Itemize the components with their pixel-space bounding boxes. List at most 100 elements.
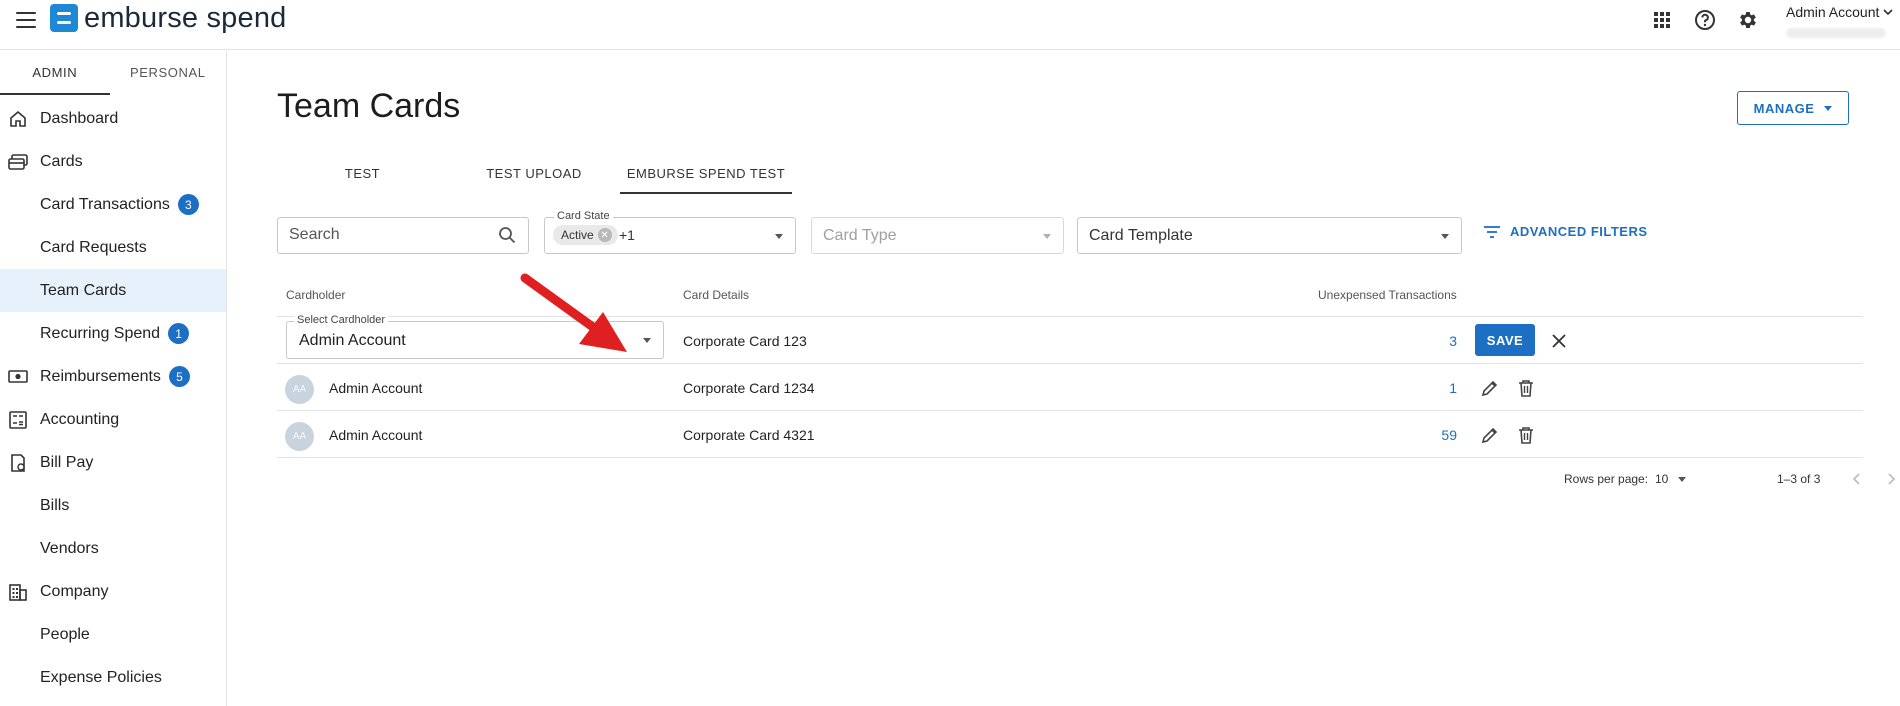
- rows-per-page-select[interactable]: 10: [1655, 472, 1687, 486]
- sidebar-item-vendors[interactable]: Vendors: [0, 527, 226, 570]
- unexpensed-count-link[interactable]: 59: [1441, 427, 1457, 443]
- advanced-filters-button[interactable]: ADVANCED FILTERS: [1484, 224, 1648, 239]
- unexpensed-count-link[interactable]: 3: [1449, 333, 1457, 349]
- sidebar-item-label: Company: [40, 582, 109, 600]
- delete-icon[interactable]: [1515, 424, 1537, 446]
- tab-test-upload[interactable]: TEST UPLOAD: [448, 154, 620, 194]
- manage-button[interactable]: MANAGE: [1737, 91, 1849, 125]
- card-template-select[interactable]: Card Template: [1077, 217, 1462, 254]
- search-icon[interactable]: [498, 226, 516, 249]
- pagination: Rows per page: 10 1–3 of 3: [277, 464, 1896, 494]
- sidebar-item-company[interactable]: Company: [0, 570, 226, 613]
- caret-down-icon: [1441, 234, 1449, 239]
- sidebar: ADMIN PERSONAL Dashboard Cards Card Tran…: [0, 51, 227, 706]
- account-name: Admin Account: [1786, 4, 1880, 20]
- avatar: AA: [285, 375, 314, 404]
- cardholder-name: Admin Account: [329, 427, 423, 443]
- chevron-right-icon[interactable]: [1881, 468, 1900, 490]
- select-cardholder-label: Select Cardholder: [294, 314, 389, 326]
- accounting-icon: [7, 409, 29, 431]
- card-details: Corporate Card 123: [683, 333, 807, 349]
- page-range: 1–3 of 3: [1777, 472, 1821, 486]
- tab-emburse-spend-test[interactable]: EMBURSE SPEND TEST: [620, 154, 792, 194]
- card-template-value: Card Template: [1089, 227, 1193, 244]
- sidebar-item-cards[interactable]: Cards: [0, 140, 226, 183]
- sidebar-item-label: Card Requests: [40, 238, 147, 256]
- main-content: Team Cards MANAGE TEST TEST UPLOAD EMBUR…: [228, 51, 1900, 706]
- advanced-filters-label: ADVANCED FILTERS: [1510, 224, 1648, 239]
- count-badge: 3: [177, 194, 199, 215]
- sidebar-item-card-transactions[interactable]: Card Transactions 3: [0, 183, 226, 226]
- logo-text: emburse spend: [84, 2, 287, 34]
- chip-label: Active: [561, 228, 594, 242]
- header-unexpensed-transactions[interactable]: Unexpensed Transactions: [1318, 288, 1457, 302]
- sidebar-item-bills[interactable]: Bills: [0, 484, 226, 527]
- caret-down-icon: [1043, 234, 1051, 239]
- bill-icon: [7, 452, 29, 474]
- sidebar-item-dashboard[interactable]: Dashboard: [0, 97, 226, 140]
- tab-admin[interactable]: ADMIN: [0, 51, 110, 95]
- unexpensed-count-link[interactable]: 1: [1449, 380, 1457, 396]
- card-type-select[interactable]: Card Type: [811, 217, 1064, 254]
- annotation-arrow: [520, 273, 627, 352]
- count-badge: 1: [168, 323, 190, 344]
- card-details: Corporate Card 1234: [683, 380, 815, 396]
- sidebar-item-team-cards[interactable]: Team Cards: [0, 269, 226, 312]
- logo-mark: [50, 4, 78, 32]
- table-row: AA Admin Account Corporate Card 1234 1: [277, 364, 1863, 411]
- select-cardholder-value: Admin Account: [299, 332, 406, 349]
- money-icon: [7, 366, 29, 388]
- avatar: AA: [285, 422, 314, 451]
- header-card-details[interactable]: Card Details: [683, 288, 749, 302]
- cardholder-name: Admin Account: [329, 380, 423, 396]
- apps-grid-icon[interactable]: [1650, 8, 1674, 32]
- card-type-placeholder: Card Type: [823, 227, 897, 244]
- chip-remove-icon[interactable]: ✕: [597, 228, 612, 242]
- sidebar-item-label: Vendors: [40, 539, 99, 557]
- logo[interactable]: emburse spend: [50, 3, 287, 33]
- sidebar-item-expense-policies[interactable]: Expense Policies: [0, 656, 226, 699]
- account-subtitle-blurred: [1786, 28, 1886, 38]
- table-row: AA Admin Account Corporate Card 4321 59: [277, 411, 1863, 458]
- tab-personal[interactable]: PERSONAL: [110, 51, 226, 95]
- sidebar-item-reimbursements[interactable]: Reimbursements 5: [0, 355, 226, 398]
- sidebar-item-card-requests[interactable]: Card Requests: [0, 226, 226, 269]
- rows-per-page-value: 10: [1655, 472, 1669, 486]
- rows-per-page-label: Rows per page:: [1564, 472, 1649, 486]
- card-state-select[interactable]: Card State Active ✕ +1: [544, 210, 796, 254]
- sidebar-item-label: Team Cards: [40, 281, 127, 299]
- sidebar-item-label: Accounting: [40, 410, 120, 428]
- chevron-left-icon[interactable]: [1845, 468, 1867, 490]
- caret-down-icon: [775, 234, 783, 239]
- menu-icon[interactable]: [16, 12, 36, 28]
- caret-down-icon: [1678, 476, 1687, 482]
- search-field: [277, 217, 529, 254]
- edit-icon[interactable]: [1479, 424, 1501, 446]
- sidebar-item-accounting[interactable]: Accounting: [0, 398, 226, 441]
- cards-icon: [7, 151, 29, 173]
- delete-icon[interactable]: [1515, 377, 1537, 399]
- sidebar-item-people[interactable]: People: [0, 613, 226, 656]
- gear-icon[interactable]: [1736, 8, 1760, 32]
- sidebar-item-bill-pay[interactable]: Bill Pay: [0, 441, 226, 484]
- save-button[interactable]: SAVE: [1475, 324, 1535, 356]
- search-input[interactable]: [289, 226, 489, 244]
- top-bar: emburse spend Admin Account: [0, 0, 1900, 50]
- chevron-down-icon: [1883, 8, 1893, 15]
- header-cardholder[interactable]: Cardholder: [286, 288, 345, 302]
- count-badge: 5: [168, 366, 190, 387]
- filter-icon: [1484, 225, 1500, 238]
- sidebar-item-label: Expense Policies: [40, 668, 162, 686]
- sidebar-item-label: People: [40, 625, 90, 643]
- tab-test[interactable]: TEST: [277, 154, 448, 194]
- sidebar-item-label: Dashboard: [40, 109, 119, 127]
- sidebar-item-label: Bill Pay: [40, 453, 94, 471]
- account-menu[interactable]: Admin Account: [1786, 4, 1900, 38]
- help-icon[interactable]: [1693, 8, 1717, 32]
- card-program-tabs: TEST TEST UPLOAD EMBURSE SPEND TEST: [277, 154, 792, 194]
- close-icon[interactable]: [1547, 329, 1571, 353]
- more-count: +1: [619, 227, 635, 243]
- sidebar-item-recurring-spend[interactable]: Recurring Spend 1: [0, 312, 226, 355]
- edit-icon[interactable]: [1479, 377, 1501, 399]
- sidebar-item-label: Reimbursements: [40, 367, 161, 385]
